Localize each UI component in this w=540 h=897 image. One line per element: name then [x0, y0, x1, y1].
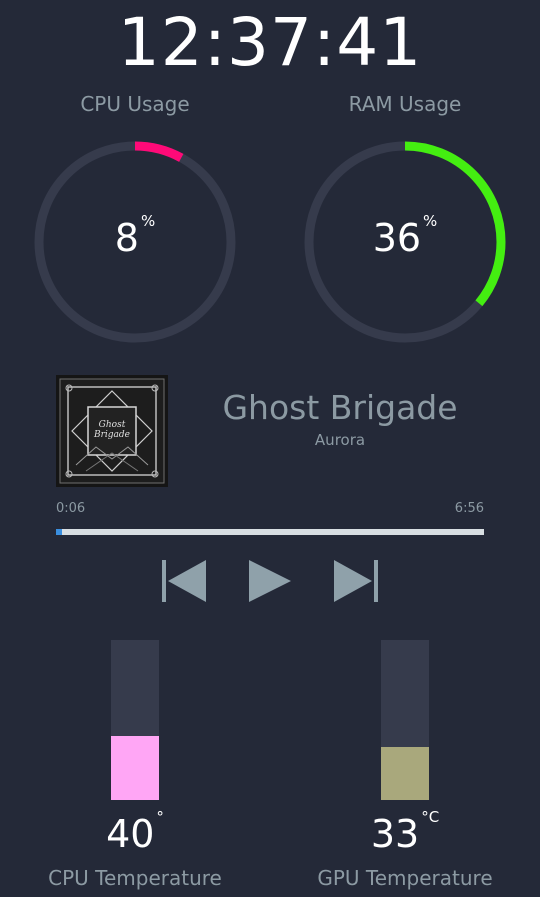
- gpu-temperature-label: GPU Temperature: [317, 866, 493, 890]
- gpu-temperature-unit: °C: [421, 808, 440, 826]
- cpu-temperature-fill: [111, 736, 159, 800]
- cpu-temperature-bar: [111, 640, 159, 800]
- album-art: Ghost Brigade: [56, 375, 168, 487]
- cpu-usage-gauge: 8%: [33, 140, 237, 344]
- gpu-temperature-value: 33: [370, 812, 420, 856]
- skip-previous-icon: [162, 560, 206, 602]
- cpu-temperature-label: CPU Temperature: [48, 866, 222, 890]
- cpu-temperature-unit: °: [156, 808, 164, 826]
- cpu-usage-unit: %: [140, 212, 156, 230]
- playback-progress-bar[interactable]: [56, 529, 484, 535]
- track-artist: Aurora: [314, 431, 366, 449]
- cpu-usage-value: 8: [114, 216, 139, 260]
- play-icon: [249, 560, 291, 602]
- cpu-usage-title: CPU Usage: [80, 92, 190, 116]
- cpu-temperature-value: 40: [106, 812, 155, 856]
- previous-track-button[interactable]: [160, 556, 210, 606]
- svg-text:Ghost: Ghost: [99, 420, 126, 430]
- gpu-temperature-bar: [381, 640, 429, 800]
- playback-progress-fill: [56, 529, 63, 535]
- ram-usage-value: 36: [372, 216, 422, 260]
- ram-usage-gauge: 36%: [303, 140, 507, 344]
- svg-text:Brigade: Brigade: [93, 430, 130, 440]
- total-duration: 6:56: [454, 501, 484, 516]
- play-button[interactable]: [245, 556, 295, 606]
- gpu-temperature-value-container: 33 °C: [270, 808, 540, 856]
- track-title: Ghost Brigade: [222, 388, 458, 427]
- system-monitor-dashboard: 12:37:41 CPU Usage 8% RAM Usage 36% Ghos…: [0, 0, 540, 897]
- ram-usage-value-container: 36%: [303, 212, 507, 260]
- cpu-temperature-value-container: 40 °: [0, 808, 270, 856]
- skip-next-icon: [334, 560, 378, 602]
- ram-usage-unit: %: [423, 212, 438, 230]
- elapsed-time: 0:06: [56, 501, 86, 516]
- next-track-button[interactable]: [330, 556, 380, 606]
- ram-usage-title: RAM Usage: [348, 92, 462, 116]
- clock-time: 12:37:41: [117, 4, 423, 81]
- gpu-temperature-fill: [381, 747, 429, 800]
- cpu-usage-value-container: 8%: [33, 212, 237, 260]
